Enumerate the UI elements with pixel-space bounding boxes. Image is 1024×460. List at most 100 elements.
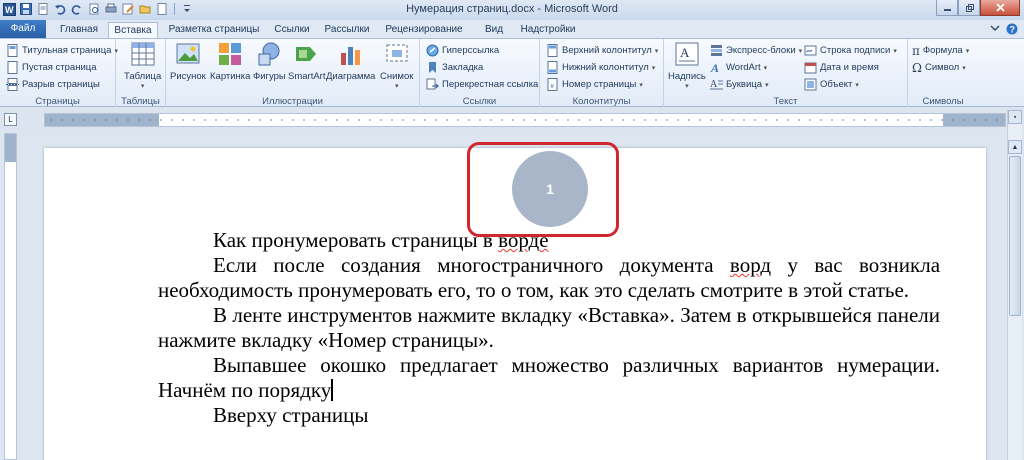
tab-insert[interactable]: Вставка bbox=[108, 22, 158, 38]
group-symbols-label: Символы bbox=[922, 96, 964, 107]
table-button[interactable]: Таблица ▾ bbox=[124, 41, 161, 90]
hyperlink-button[interactable]: Гиперссылка bbox=[426, 42, 499, 59]
blank-page-icon bbox=[7, 61, 18, 74]
tab-selector[interactable]: L bbox=[4, 113, 17, 126]
tab-home[interactable]: Главная bbox=[50, 22, 108, 38]
vertical-scrollbar[interactable]: ▪ ▲ bbox=[1007, 110, 1022, 460]
vertical-ruler[interactable] bbox=[4, 133, 17, 460]
object-icon bbox=[804, 78, 817, 91]
clipart-icon bbox=[219, 43, 242, 65]
footer-icon bbox=[547, 61, 558, 74]
bookmark-icon bbox=[429, 62, 436, 73]
group-symbols: π Формула ▾ Ω Символ ▾ Символы bbox=[908, 39, 978, 108]
cover-page-button[interactable]: Титульная страница ▾ bbox=[6, 42, 118, 59]
chart-button[interactable]: Диаграмма bbox=[326, 41, 375, 82]
cover-page-icon bbox=[7, 44, 18, 57]
doc-heading[interactable]: Как пронумеровать страницы в ворде bbox=[158, 228, 940, 253]
misspelled-word[interactable]: ворд bbox=[730, 253, 771, 277]
svg-text:A: A bbox=[680, 45, 690, 60]
group-illustrations: Рисунок Картинка Фигуры SmartArt Диаграм… bbox=[166, 39, 420, 108]
tab-file[interactable]: Файл bbox=[0, 20, 46, 38]
group-tables-label: Таблицы bbox=[121, 96, 160, 107]
ribbon-tabs: Файл Главная Вставка Разметка страницы С… bbox=[0, 20, 1024, 38]
minimize-button[interactable] bbox=[936, 0, 958, 16]
group-header-footer: Верхний колонтитул ▾ Нижний колонтитул ▾ #… bbox=[540, 39, 664, 108]
ruler-area: L bbox=[0, 107, 1024, 131]
screenshot-button[interactable]: Снимок ▾ bbox=[380, 41, 413, 90]
shapes-icon bbox=[258, 42, 280, 66]
ribbon-insert: Титульная страница ▾ Пустая страница Разр… bbox=[0, 38, 1024, 108]
page-number-icon: # bbox=[547, 78, 558, 91]
tab-references[interactable]: Ссылки bbox=[268, 22, 316, 38]
group-links-label: Ссылки bbox=[462, 96, 497, 107]
view-ruler-toggle[interactable]: ▪ bbox=[1008, 110, 1022, 124]
tab-mailings[interactable]: Рассылки bbox=[318, 22, 376, 38]
doc-paragraph-2[interactable]: В ленте инструментов нажмите вкладку «Вс… bbox=[158, 303, 940, 353]
date-time-button[interactable]: Дата и время bbox=[804, 59, 879, 76]
symbol-button[interactable]: Ω Символ ▾ bbox=[912, 59, 966, 76]
doc-paragraph-1[interactable]: Если после создания многостраничного док… bbox=[158, 253, 940, 303]
quick-parts-icon bbox=[711, 45, 722, 56]
ruler-ticks bbox=[50, 119, 998, 121]
group-text: A Надпись ▾ Экспресс-блоки ▾ A WordArt ▾ A… bbox=[664, 39, 908, 108]
smartart-button[interactable]: SmartArt bbox=[288, 41, 325, 82]
minimize-ribbon-icon[interactable] bbox=[990, 23, 1000, 33]
doc-paragraph-3[interactable]: Выпавшее окошко предлагает множество раз… bbox=[158, 353, 940, 403]
group-tables: Таблица ▾ Таблицы bbox=[116, 39, 166, 108]
textbox-button[interactable]: A Надпись ▾ bbox=[668, 41, 706, 90]
close-button[interactable] bbox=[980, 0, 1020, 16]
signature-line-button[interactable]: Строка подписи ▾ bbox=[804, 42, 897, 59]
page-number-button[interactable]: # Номер страницы ▾ bbox=[546, 76, 643, 93]
restore-button[interactable] bbox=[958, 0, 980, 16]
group-links: Гиперссылка Закладка Перекрестная ссылка… bbox=[420, 39, 540, 108]
tab-view[interactable]: Вид bbox=[478, 22, 510, 38]
page-break-button[interactable]: Разрыв страницы bbox=[6, 76, 100, 93]
group-header-footer-label: Колонтитулы bbox=[572, 96, 631, 107]
misspelled-word[interactable]: ворде bbox=[498, 228, 549, 252]
scroll-up-button[interactable]: ▲ bbox=[1008, 140, 1022, 154]
cross-reference-button[interactable]: Перекрестная ссылка bbox=[426, 76, 538, 93]
group-pages: Титульная страница ▾ Пустая страница Разр… bbox=[0, 39, 118, 108]
svg-text:A: A bbox=[710, 61, 719, 74]
tab-page-layout[interactable]: Разметка страницы bbox=[162, 22, 266, 38]
quick-parts-button[interactable]: Экспресс-блоки ▾ bbox=[710, 42, 802, 59]
header-button[interactable]: Верхний колонтитул ▾ bbox=[546, 42, 658, 59]
object-button[interactable]: Объект ▾ bbox=[804, 76, 859, 93]
equation-button[interactable]: π Формула ▾ bbox=[912, 42, 969, 59]
signature-line-icon bbox=[804, 45, 817, 56]
document-page[interactable]: 1 Как пронумеровать страницы в ворде Есл… bbox=[44, 142, 986, 460]
document-body[interactable]: Как пронумеровать страницы в ворде Если … bbox=[158, 228, 940, 428]
vertical-ruler-margin bbox=[5, 134, 16, 162]
window-controls bbox=[936, 0, 1020, 16]
blank-page-button[interactable]: Пустая страница bbox=[6, 59, 96, 76]
table-icon bbox=[131, 42, 155, 66]
horizontal-ruler[interactable] bbox=[44, 113, 1006, 127]
calendar-icon bbox=[804, 62, 817, 74]
picture-icon bbox=[176, 43, 200, 64]
pi-icon: π bbox=[912, 43, 920, 58]
help-icon[interactable]: ? bbox=[1006, 23, 1018, 35]
svg-text:?: ? bbox=[1010, 25, 1016, 35]
text-cursor bbox=[331, 379, 334, 401]
clipart-button[interactable]: Картинка bbox=[210, 41, 250, 82]
page-number-highlight: 1 bbox=[467, 142, 619, 237]
dropcap-button[interactable]: A Буквица ▾ bbox=[710, 76, 769, 93]
picture-button[interactable]: Рисунок bbox=[170, 41, 206, 82]
scroll-thumb[interactable] bbox=[1009, 156, 1021, 316]
group-pages-label: Страницы bbox=[35, 96, 80, 107]
shapes-button[interactable]: Фигуры bbox=[253, 41, 286, 82]
window-title: Нумерация страниц.docx - Microsoft Word bbox=[406, 3, 618, 15]
bookmark-button[interactable]: Закладка bbox=[426, 59, 483, 76]
tab-addins[interactable]: Надстройки bbox=[512, 22, 584, 38]
header-icon bbox=[547, 44, 558, 57]
cross-reference-icon bbox=[426, 78, 439, 90]
dropcap-icon: A bbox=[710, 79, 723, 90]
page-number-badge[interactable]: 1 bbox=[512, 151, 588, 227]
tab-review[interactable]: Рецензирование bbox=[378, 22, 470, 38]
doc-paragraph-4[interactable]: Вверху страницы bbox=[158, 403, 940, 428]
textbox-icon: A bbox=[675, 42, 699, 66]
title-bar: W Нумерация страниц.docx - Microsoft Wor… bbox=[0, 0, 1024, 20]
footer-button[interactable]: Нижний колонтитул ▾ bbox=[546, 59, 655, 76]
chart-icon bbox=[340, 47, 360, 65]
wordart-button[interactable]: A WordArt ▾ bbox=[710, 59, 767, 76]
